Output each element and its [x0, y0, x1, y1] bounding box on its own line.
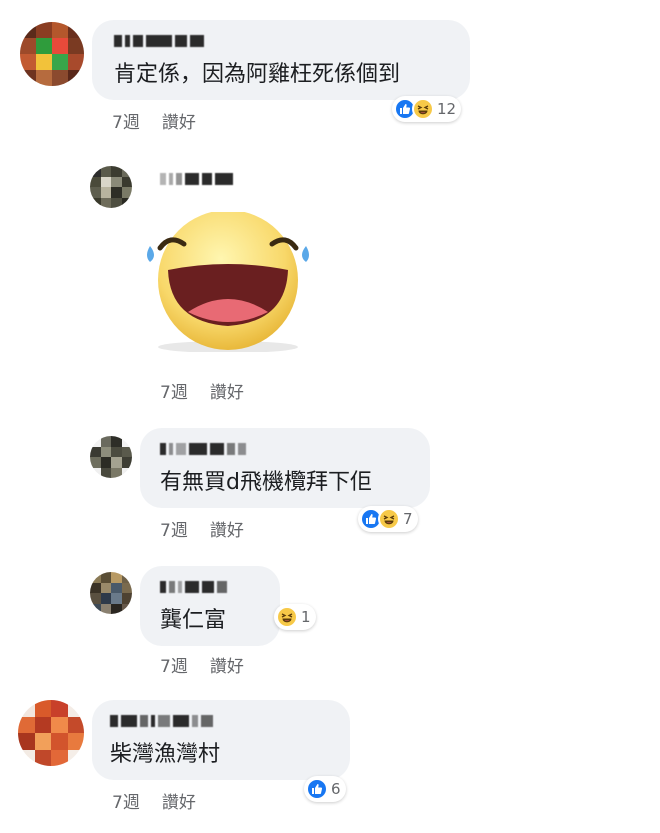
- reaction-count: 6: [331, 780, 341, 798]
- reaction-summary[interactable]: 7: [358, 506, 418, 532]
- comment-time[interactable]: 7週: [112, 108, 140, 133]
- like-button[interactable]: 讚好: [210, 516, 244, 541]
- like-icon: [306, 778, 328, 800]
- like-button[interactable]: 讚好: [210, 652, 244, 677]
- comment-meta: 7週 讚好: [160, 516, 244, 541]
- reaction-count: 12: [437, 100, 457, 118]
- reaction-count: 7: [403, 510, 413, 528]
- comment-meta: 7週 讚好: [112, 788, 196, 813]
- avatar[interactable]: [90, 436, 132, 478]
- avatar[interactable]: [20, 22, 84, 86]
- comment-meta: 7週 讚好: [112, 108, 196, 133]
- reaction-summary[interactable]: 12: [392, 96, 462, 122]
- haha-icon: [412, 98, 434, 120]
- like-button[interactable]: 讚好: [210, 378, 244, 403]
- like-button[interactable]: 讚好: [162, 788, 196, 813]
- comment-text: 龔仁富: [160, 608, 227, 633]
- haha-icon: [276, 606, 298, 628]
- comment-time[interactable]: 7週: [160, 652, 188, 677]
- commenter-name-blurred[interactable]: [160, 580, 227, 594]
- comment-bubble: 有無買d飛機欖拜下佢: [140, 428, 430, 508]
- like-button[interactable]: 讚好: [162, 108, 196, 133]
- avatar[interactable]: [90, 572, 132, 614]
- avatar[interactable]: [90, 166, 132, 208]
- comment-text: 有無買d飛機欖拜下佢: [160, 470, 372, 495]
- comment-meta: 7週 讚好: [160, 652, 244, 677]
- commenter-name-blurred[interactable]: [160, 442, 246, 456]
- comment-time[interactable]: 7週: [160, 378, 188, 403]
- comment-bubble: 龔仁富: [140, 566, 280, 646]
- reaction-summary[interactable]: 1: [274, 604, 316, 630]
- comment-bubble: 肯定係，因為阿雞枉死係個到: [92, 20, 470, 100]
- commenter-name-blurred[interactable]: [114, 34, 204, 48]
- comment-text: 肯定係，因為阿雞枉死係個到: [114, 62, 401, 87]
- reaction-summary[interactable]: 6: [304, 776, 346, 802]
- comment-meta: 7週 讚好: [160, 378, 244, 403]
- comment-time[interactable]: 7週: [112, 788, 140, 813]
- comment-time[interactable]: 7週: [160, 516, 188, 541]
- comment-bubble: 柴灣漁灣村: [92, 700, 350, 780]
- commenter-name-blurred[interactable]: [110, 714, 213, 728]
- commenter-name-blurred[interactable]: [160, 172, 233, 186]
- haha-icon: [378, 508, 400, 530]
- avatar[interactable]: [18, 700, 84, 766]
- comment-text: 柴灣漁灣村: [110, 742, 221, 767]
- reaction-count: 1: [301, 608, 311, 626]
- haha-sticker: [138, 210, 318, 353]
